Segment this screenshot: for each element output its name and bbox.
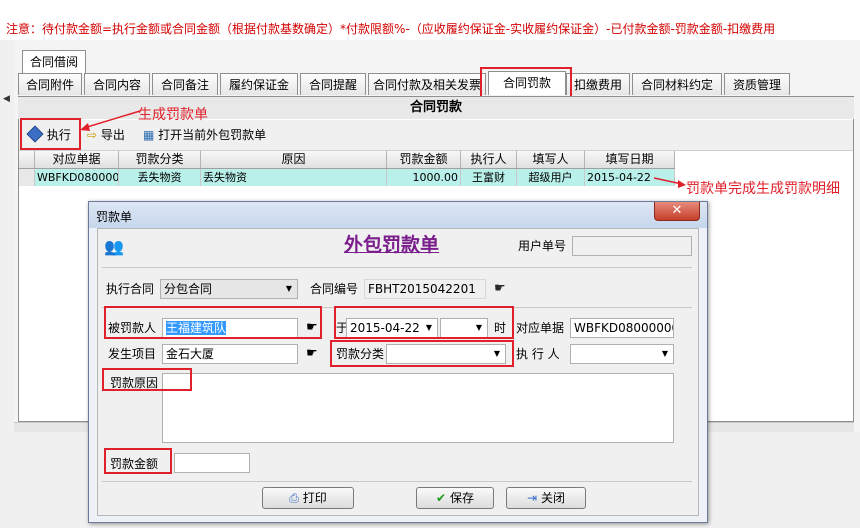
highlight-execute — [20, 118, 81, 150]
dialog-close-icon[interactable]: ✕ — [654, 202, 700, 221]
col-amount[interactable]: 罚款金额 — [387, 151, 461, 168]
printer-icon: ⎙ — [289, 491, 299, 505]
cell-writer: 超级用户 — [517, 169, 585, 186]
annotation-complete: 罚款单完成生成罚款明细 — [686, 181, 840, 197]
open-form-icon: ▦ — [143, 128, 155, 142]
close-button[interactable]: ⇥ 关闭 — [506, 487, 586, 509]
annotation-arrow-2 — [653, 177, 686, 188]
tab-label: 资质管理 — [732, 78, 781, 92]
row-indicator — [19, 169, 35, 186]
dialog-titlebar[interactable]: 罚款单 ✕ — [89, 202, 707, 228]
project-field[interactable]: 金石大厦 — [162, 344, 298, 364]
print-button[interactable]: ⎙ 打印 — [262, 487, 354, 509]
tab-contract-reminder[interactable]: 合同提醒 — [300, 73, 366, 95]
col-executor[interactable]: 执行人 — [461, 151, 517, 168]
cell-doc: WBFKD080000001 — [37, 169, 119, 186]
col-doc[interactable]: 对应单据 — [35, 151, 119, 168]
notice-text: 注意：待付款金额=执行金额或合同金额（根据付款基数确定）*付款限额%-（应收履约… — [6, 22, 776, 36]
tab-contract-borrow[interactable]: 合同借阅 — [22, 50, 86, 74]
doc-field[interactable]: WBFKD080000002 — [570, 318, 674, 338]
tab-label: 履约保证金 — [228, 78, 289, 92]
close-label: 关闭 — [540, 491, 565, 505]
tab-contract-payment[interactable]: 合同付款及相关发票 — [368, 73, 486, 95]
cell-executor: 王富财 — [461, 169, 517, 186]
col-reason[interactable]: 原因 — [201, 151, 387, 168]
divider — [102, 267, 692, 268]
executor-label: 执 行 人 — [516, 347, 560, 361]
tab-withholding-fees[interactable]: 扣缴费用 — [566, 73, 630, 95]
col-writer[interactable]: 填写人 — [517, 151, 585, 168]
highlight-amount — [104, 448, 172, 474]
col-category[interactable]: 罚款分类 — [119, 151, 201, 168]
divider — [102, 481, 692, 482]
highlight-category — [330, 340, 514, 367]
tab-label: 合同提醒 — [308, 78, 357, 92]
tab-performance-bond[interactable]: 履约保证金 — [220, 73, 298, 95]
exit-icon: ⇥ — [527, 491, 538, 505]
user-no-field[interactable] — [572, 236, 692, 256]
user-group-icon: 👥 — [104, 237, 124, 256]
dialog-title: 罚款单 — [96, 210, 133, 224]
cell-category: 丢失物资 — [119, 169, 201, 186]
tab-contract-remarks[interactable]: 合同备注 — [152, 73, 218, 95]
tab-label: 合同借阅 — [29, 55, 78, 69]
open-penalty-button[interactable]: ▦ 打开当前外包罚款单 — [143, 124, 266, 146]
grid-corner — [19, 151, 35, 168]
tab-contract-materials[interactable]: 合同材料约定 — [632, 73, 722, 95]
annotation-generate: 生成罚款单 — [138, 107, 208, 123]
print-label: 打印 — [302, 491, 327, 505]
tab-label: 扣缴费用 — [573, 78, 622, 92]
annotation-arrow-1 — [80, 110, 141, 131]
save-button[interactable]: ✔ 保存 — [416, 487, 494, 509]
tab-label: 合同材料约定 — [640, 78, 713, 92]
exec-contract-value: 分包合同 — [164, 282, 213, 296]
reason-textarea[interactable] — [162, 373, 674, 443]
user-no-label: 用户单号 — [518, 239, 567, 253]
chevron-down-icon: ▼ — [661, 349, 669, 358]
col-date[interactable]: 填写日期 — [585, 151, 675, 168]
tab-label: 合同备注 — [160, 78, 209, 92]
collapse-arrow-icon[interactable]: ◀ — [3, 94, 10, 104]
table-row[interactable]: WBFKD080000001 丢失物资 丢失物资 1000.00 王富财 超级用… — [19, 169, 675, 186]
grid-header: 对应单据 罚款分类 原因 罚款金额 执行人 填写人 填写日期 — [19, 151, 675, 169]
tab-contract-content[interactable]: 合同内容 — [84, 73, 150, 95]
tab-label: 合同付款及相关发票 — [372, 78, 481, 92]
chevron-down-icon: ▼ — [285, 284, 293, 293]
pointing-hand-icon[interactable]: ☛ — [306, 346, 318, 361]
cell-reason: 丢失物资 — [201, 169, 387, 186]
save-label: 保存 — [449, 491, 474, 505]
left-collapse-bar[interactable]: ◀ — [0, 40, 15, 430]
tab-label: 合同内容 — [92, 78, 141, 92]
highlight-fined-party — [104, 306, 322, 339]
highlight-reason — [102, 368, 192, 391]
amount-field[interactable] — [174, 453, 250, 473]
doc-label: 对应单据 — [516, 321, 565, 335]
pointing-hand-icon[interactable]: ☛ — [494, 281, 506, 296]
project-label: 发生项目 — [108, 347, 157, 361]
contract-no-field[interactable]: FBHT2015042201 — [364, 279, 486, 299]
exec-contract-label: 执行合同 — [106, 282, 155, 296]
executor-select[interactable]: ▼ — [570, 344, 674, 364]
tab-qualification[interactable]: 资质管理 — [724, 73, 790, 95]
tab-contract-attachments[interactable]: 合同附件 — [18, 73, 82, 95]
dialog-heading: 外包罚款单 — [344, 234, 440, 256]
open-penalty-label: 打开当前外包罚款单 — [158, 128, 267, 142]
cell-amount: 1000.00 — [387, 169, 461, 186]
tab-label: 合同附件 — [25, 78, 74, 92]
toolbar: 执行 ⇨ 导出 ▦ 打开当前外包罚款单 — [19, 120, 853, 151]
contract-no-label: 合同编号 — [310, 282, 359, 296]
checkmark-icon: ✔ — [436, 491, 447, 505]
exec-contract-select[interactable]: 分包合同 ▼ — [160, 279, 298, 299]
notice-bar: 注意：待付款金额=执行金额或合同金额（根据付款基数确定）*付款限额%-（应收履约… — [0, 0, 860, 41]
highlight-date — [334, 306, 514, 339]
